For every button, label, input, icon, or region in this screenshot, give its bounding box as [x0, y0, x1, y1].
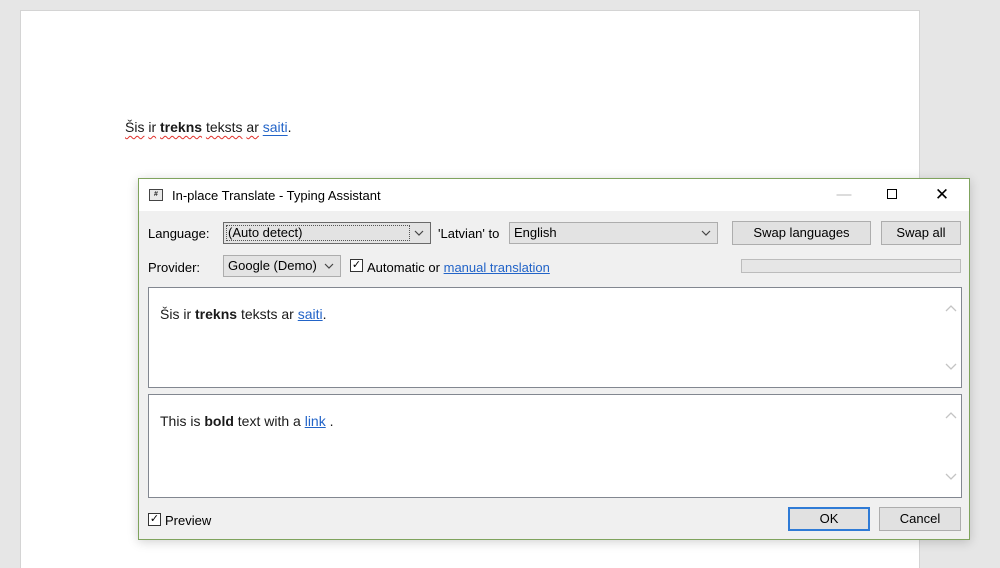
preview-checkbox[interactable]: ✓	[148, 513, 161, 526]
doc-word-trekns: trekns	[160, 119, 203, 135]
minimize-icon: —	[836, 186, 852, 203]
swap-languages-button[interactable]: Swap languages	[732, 221, 871, 245]
minimize-button[interactable]: —	[821, 179, 867, 211]
target-text-mid: text with a	[237, 413, 301, 429]
target-text-link[interactable]: link	[305, 413, 326, 429]
translation-progress-bar	[741, 259, 961, 273]
cancel-button[interactable]: Cancel	[879, 507, 961, 531]
doc-punct: .	[287, 119, 292, 135]
ok-button[interactable]: OK	[788, 507, 870, 531]
scroll-up-button[interactable]	[945, 304, 957, 314]
scroll-up-button[interactable]	[945, 411, 957, 421]
close-button[interactable]: ✕	[919, 179, 965, 211]
chevron-down-icon	[414, 223, 424, 243]
automatic-text: Automatic or	[367, 260, 440, 275]
source-text: Šis ir trekns teksts ar saiti.	[160, 306, 327, 322]
chevron-down-icon	[945, 363, 957, 370]
close-icon: ✕	[934, 185, 950, 204]
chevron-down-icon	[324, 256, 334, 276]
target-language-value: English	[514, 225, 557, 240]
source-text-link[interactable]: saiti	[298, 306, 323, 322]
chevron-down-icon	[945, 473, 957, 480]
source-language-select[interactable]: (Auto detect)	[223, 222, 431, 244]
doc-word-ir: ir	[148, 119, 157, 135]
doc-word-ar: ar	[246, 119, 259, 135]
chevron-up-icon	[945, 305, 957, 312]
focus-outline	[226, 225, 410, 241]
chevron-up-icon	[945, 412, 957, 419]
provider-select[interactable]: Google (Demo)	[223, 255, 341, 277]
maximize-button[interactable]	[869, 179, 915, 211]
target-text-post: .	[325, 413, 334, 429]
target-text-box[interactable]: This is bold text with a link .	[148, 394, 962, 498]
preview-label: Preview	[165, 513, 212, 528]
scroll-down-button[interactable]	[945, 471, 957, 481]
provider-value: Google (Demo)	[228, 258, 317, 273]
scroll-down-button[interactable]	[945, 361, 957, 371]
source-text-mid: teksts ar	[240, 306, 294, 322]
source-text-post: .	[322, 306, 327, 322]
dialog-title: In-place Translate - Typing Assistant	[172, 188, 381, 203]
source-text-bold: trekns	[195, 306, 238, 322]
provider-label: Provider:	[148, 260, 201, 275]
target-language-select[interactable]: English	[509, 222, 718, 244]
detected-language-label: 'Latvian' to	[438, 226, 500, 241]
chevron-down-icon	[701, 223, 711, 243]
translate-dialog: # In-place Translate - Typing Assistant …	[138, 178, 970, 540]
target-text-pre: This is	[160, 413, 201, 429]
manual-translation-link[interactable]: manual translation	[444, 260, 550, 275]
source-text-box[interactable]: Šis ir trekns teksts ar saiti.	[148, 287, 962, 388]
doc-link-saiti[interactable]: saiti	[263, 119, 288, 135]
target-text: This is bold text with a link .	[160, 413, 334, 429]
document-text[interactable]: Šis ir trekns teksts ar saiti.	[125, 119, 292, 135]
maximize-icon	[887, 189, 897, 200]
swap-all-button[interactable]: Swap all	[881, 221, 961, 245]
dialog-titlebar[interactable]: # In-place Translate - Typing Assistant …	[139, 179, 969, 211]
app-icon: #	[149, 189, 163, 201]
language-label: Language:	[148, 226, 210, 241]
automatic-label: Automatic or manual translation	[367, 260, 550, 275]
doc-word-teksts: teksts	[205, 119, 243, 135]
doc-word-sis: Šis	[125, 119, 145, 135]
automatic-checkbox[interactable]: ✓	[350, 259, 363, 272]
source-text-pre: Šis ir	[160, 306, 192, 322]
target-text-bold: bold	[204, 413, 234, 429]
